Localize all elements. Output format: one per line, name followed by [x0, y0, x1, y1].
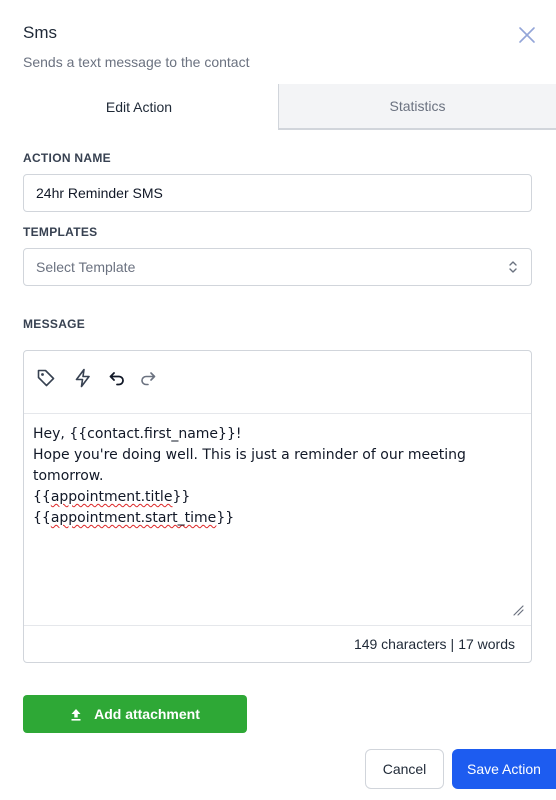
add-attachment-button[interactable]: Add attachment — [23, 695, 247, 733]
undo-button[interactable] — [106, 367, 128, 389]
page-title: Sms — [23, 23, 57, 42]
cancel-button[interactable]: Cancel — [365, 749, 444, 789]
message-editor: Hey, {{contact.first_name}}! Hope you're … — [23, 350, 532, 663]
upload-icon — [71, 708, 81, 721]
message-label: MESSAGE — [23, 317, 86, 331]
resize-handle-icon[interactable] — [512, 604, 524, 616]
page-subtitle: Sends a text message to the contact — [23, 54, 250, 70]
add-attachment-label: Add attachment — [94, 706, 200, 722]
redo-button[interactable] — [137, 367, 159, 389]
message-stats: 149 characters | 17 words — [24, 625, 531, 662]
template-select[interactable]: Select Template — [23, 248, 532, 286]
tab-edit-action[interactable]: Edit Action — [0, 84, 279, 130]
word-count: 17 words — [458, 636, 515, 652]
chevron-up-down-icon — [509, 261, 517, 273]
template-select-placeholder: Select Template — [36, 259, 136, 275]
tab-bar: Edit Action Statistics — [0, 84, 556, 130]
message-textarea[interactable]: Hey, {{contact.first_name}}! Hope you're … — [24, 414, 531, 625]
tab-statistics[interactable]: Statistics — [279, 84, 556, 130]
message-line: {{appointment.title}} — [33, 489, 191, 505]
misspelled-word: appointment.start_time — [50, 510, 217, 526]
message-line: Hope you're doing well. This is just a r… — [33, 447, 471, 484]
tag-icon — [37, 369, 55, 387]
misspelled-word: appointment.title — [50, 489, 173, 505]
close-icon — [519, 27, 535, 43]
editor-toolbar — [24, 351, 531, 414]
trigger-button[interactable] — [72, 367, 94, 389]
templates-label: TEMPLATES — [23, 225, 98, 239]
action-name-input[interactable] — [23, 174, 532, 212]
character-count: 149 characters — [353, 636, 447, 652]
action-name-label: ACTION NAME — [23, 151, 111, 165]
close-button[interactable] — [517, 25, 537, 45]
stats-separator: | — [450, 636, 455, 652]
redo-icon — [141, 372, 156, 386]
message-line: {{appointment.start_time}} — [33, 510, 235, 526]
tag-button[interactable] — [35, 367, 57, 389]
message-line: Hey, {{contact.first_name}}! — [33, 426, 242, 442]
save-action-button[interactable]: Save Action — [452, 749, 556, 789]
undo-icon — [109, 372, 124, 386]
bolt-icon — [75, 368, 90, 388]
